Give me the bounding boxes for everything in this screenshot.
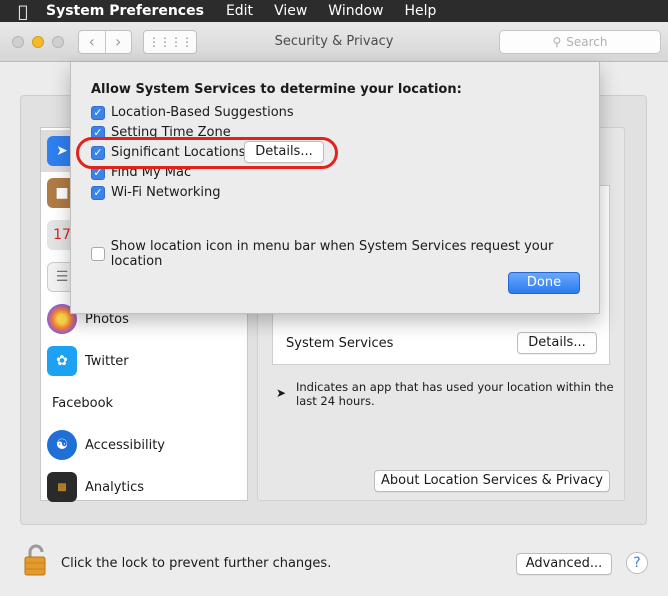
search-placeholder: Search <box>566 35 608 49</box>
analytics-icon: ▩ <box>47 472 77 502</box>
sidebar-item-analytics[interactable]: ▩ Analytics <box>41 466 247 508</box>
menu-edit[interactable]: Edit <box>226 3 253 19</box>
option-location-based-suggestions[interactable]: ✓ Location-Based Suggestions <box>91 105 294 120</box>
option-label: Location-Based Suggestions <box>111 105 294 120</box>
sidebar-item-label: Twitter <box>85 353 129 369</box>
option-wifi-networking[interactable]: ✓ Wi-Fi Networking <box>91 185 221 200</box>
help-button[interactable]: ? <box>626 552 648 574</box>
sidebar-item-label: Facebook <box>52 395 114 411</box>
accessibility-icon: ☯ <box>47 430 77 460</box>
twitter-icon: ✿ <box>47 346 77 376</box>
checkbox-unchecked-icon[interactable] <box>91 247 105 261</box>
window-toolbar: ‹ › ⋮⋮⋮⋮ Security & Privacy ⚲ Search <box>0 22 668 62</box>
system-services-sheet: Allow System Services to determine your … <box>70 62 600 314</box>
sidebar-item-facebook[interactable]: Facebook <box>41 382 247 424</box>
menu-window[interactable]: Window <box>328 3 383 19</box>
menu-app-name[interactable]: System Preferences <box>46 3 204 19</box>
menu-help[interactable]: Help <box>405 3 437 19</box>
search-field[interactable]: ⚲ Search <box>499 30 661 54</box>
checkbox-checked-icon[interactable]: ✓ <box>91 105 105 120</box>
about-location-services-button[interactable]: About Location Services & Privacy <box>374 470 610 492</box>
system-services-details-button[interactable]: Details... <box>517 332 597 354</box>
sidebar-item-accessibility[interactable]: ☯ Accessibility <box>41 424 247 466</box>
menu-bar:  System Preferences Edit View Window He… <box>0 0 668 22</box>
sidebar-item-twitter[interactable]: ✿ Twitter <box>41 340 247 382</box>
recent-location-note: Indicates an app that has used your loca… <box>296 380 614 408</box>
highlight-annotation <box>76 137 338 169</box>
advanced-button[interactable]: Advanced... <box>516 553 612 575</box>
menu-view[interactable]: View <box>274 3 307 19</box>
option-label: Show location icon in menu bar when Syst… <box>110 239 554 269</box>
location-arrow-icon: ➤ <box>276 386 287 400</box>
option-show-location-icon-menu-bar[interactable]: Show location icon in menu bar when Syst… <box>91 239 599 269</box>
sidebar-item-label: Analytics <box>85 479 145 495</box>
done-button[interactable]: Done <box>508 272 580 294</box>
sidebar-item-label: Accessibility <box>85 437 165 453</box>
lock-icon[interactable] <box>22 543 50 577</box>
search-icon: ⚲ <box>552 35 562 49</box>
option-label: Wi-Fi Networking <box>111 185 221 200</box>
system-services-label: System Services <box>286 336 394 351</box>
checkbox-checked-icon[interactable]: ✓ <box>91 185 105 200</box>
apple-menu-icon[interactable]:  <box>0 2 46 21</box>
lock-status-text: Click the lock to prevent further change… <box>61 556 332 571</box>
sheet-title: Allow System Services to determine your … <box>91 82 462 97</box>
